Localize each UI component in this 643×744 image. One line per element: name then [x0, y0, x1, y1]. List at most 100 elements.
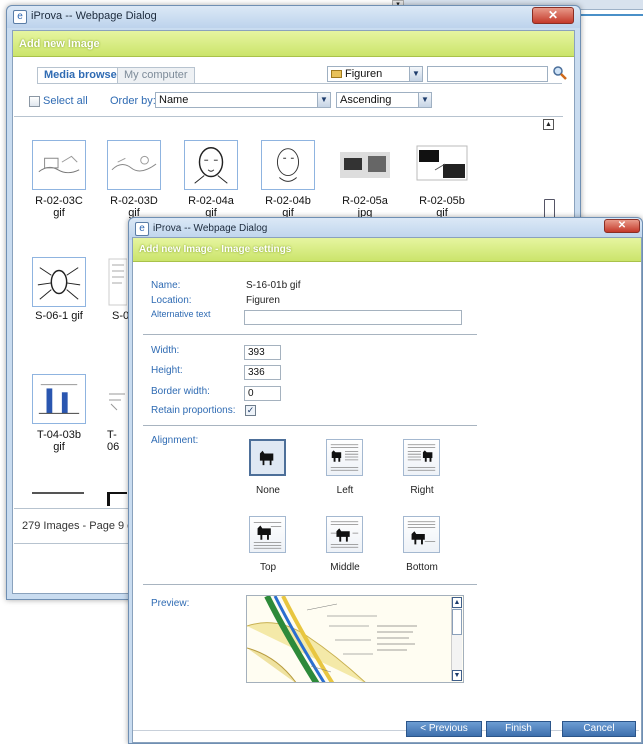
location-value: Figuren	[246, 295, 280, 306]
thumbnail-caption: R-02-04a gif	[188, 195, 234, 219]
dialog-client: Add new Image - Image settings Name: S-1…	[132, 237, 642, 743]
close-button[interactable]: ✕	[604, 219, 640, 233]
thumbnail-image[interactable]	[107, 140, 161, 190]
title-bar: e iProva -- Webpage Dialog ✕	[7, 6, 580, 28]
thumbnail-caption: R-02-04b gif	[265, 195, 311, 219]
align-bottom-button[interactable]	[403, 516, 440, 553]
image-count-status: 279 Images - Page 9 o	[22, 520, 134, 532]
align-top-button[interactable]	[249, 516, 286, 553]
width-label: Width:	[151, 345, 180, 356]
thumbnail-image[interactable]	[338, 140, 392, 190]
tab-underline	[37, 83, 562, 84]
width-input[interactable]: 393	[244, 345, 281, 360]
close-button[interactable]: ✕	[532, 7, 574, 24]
spine-diagram-preview	[247, 596, 463, 682]
dog-align-none-icon	[259, 450, 274, 466]
align-none-label: None	[256, 485, 280, 496]
order-by-value: Name	[159, 94, 189, 106]
direction-select[interactable]: Ascending ▼	[336, 92, 432, 108]
scroll-up-icon[interactable]: ▲	[543, 119, 554, 130]
name-value: S-16-01b gif	[246, 280, 301, 291]
ie-page-icon: e	[135, 222, 149, 236]
alignment-label: Alignment:	[151, 435, 199, 446]
chevron-down-icon: ▼	[317, 93, 330, 107]
align-left-label: Left	[336, 485, 354, 496]
align-middle-label: Middle	[330, 562, 360, 573]
retain-proportions-checkbox[interactable]: ✓	[245, 405, 256, 416]
search-input[interactable]	[427, 66, 548, 82]
face-drawing-icon	[276, 148, 300, 182]
cancel-button[interactable]: Cancel	[562, 721, 636, 737]
tab-media-browser[interactable]: Media browser	[37, 67, 129, 83]
status-divider	[14, 543, 128, 544]
section-divider	[143, 334, 477, 335]
alt-text-input[interactable]	[244, 310, 462, 325]
retain-proportions-label: Retain proportions:	[151, 405, 236, 416]
select-all-label: Select all	[43, 95, 88, 107]
thumbnail-image[interactable]	[107, 257, 127, 307]
line-drawing-icon	[111, 155, 157, 172]
insect-drawing-icon	[37, 267, 81, 300]
align-none-button[interactable]	[249, 439, 286, 476]
align-left-button[interactable]	[326, 439, 363, 476]
ie-page-icon: e	[13, 10, 27, 24]
dog-align-left-icon	[330, 444, 359, 471]
background-divider	[578, 14, 643, 16]
dog-align-top-icon	[253, 522, 282, 549]
line-drawing-icon	[38, 155, 80, 174]
folder-select[interactable]: Figuren ▼	[327, 66, 423, 82]
preview-scrollbar[interactable]: ▲ ▼	[451, 597, 462, 681]
finish-button[interactable]: Finish	[486, 721, 551, 737]
chevron-down-icon: ▼	[409, 67, 422, 81]
chevron-down-icon: ▼	[418, 93, 431, 107]
direction-value: Ascending	[340, 94, 392, 106]
border-width-label: Border width:	[151, 386, 210, 397]
align-right-label: Right	[410, 485, 434, 496]
scroll-up-icon[interactable]: ▲	[452, 597, 462, 608]
scroll-down-icon[interactable]: ▼	[452, 670, 462, 681]
thumbnail-image[interactable]	[32, 140, 86, 190]
align-top-label: Top	[259, 562, 277, 573]
thumbnail-image[interactable]	[184, 140, 238, 190]
section-divider	[143, 584, 477, 585]
status-divider	[14, 508, 128, 509]
border-width-input[interactable]: 0	[244, 386, 281, 401]
previous-button[interactable]: < Previous	[406, 721, 482, 737]
select-all-checkbox[interactable]	[29, 96, 40, 107]
order-by-select[interactable]: Name ▼	[155, 92, 331, 108]
face-drawing-icon	[194, 147, 228, 184]
thumbnail-image[interactable]	[261, 140, 315, 190]
image-preview: ▲ ▼	[246, 595, 464, 683]
partial-thumbnail	[32, 492, 84, 498]
preview-label: Preview:	[151, 598, 190, 609]
thumbnail-caption: R-02-05b gif	[419, 195, 465, 219]
section-divider	[143, 425, 477, 426]
folder-select-value: Figuren	[345, 68, 383, 80]
window-title: iProva -- Webpage Dialog	[153, 223, 268, 234]
thumbnail-image[interactable]	[32, 257, 86, 307]
partial-thumbnail	[107, 492, 127, 506]
thumbnail-caption: R-02-03C gif	[35, 195, 83, 219]
text-page-icon	[108, 258, 127, 306]
alt-text-label: Alternative text	[151, 309, 211, 319]
thumbnail-caption: R-02-03D gif	[110, 195, 158, 219]
tab-my-computer[interactable]: My computer	[117, 67, 195, 83]
folder-icon	[331, 70, 342, 78]
window-title: iProva -- Webpage Dialog	[31, 10, 157, 22]
preview-scroll-thumb[interactable]	[452, 609, 462, 635]
location-label: Location:	[151, 295, 192, 306]
thumbnail-caption: R-02-05a jpg	[342, 195, 388, 219]
align-right-button[interactable]	[403, 439, 440, 476]
name-label: Name:	[151, 280, 181, 291]
height-input[interactable]: 336	[244, 365, 281, 380]
thumbnail-caption: T-04-03b gif	[36, 429, 82, 453]
thumbnail-image[interactable]	[107, 374, 127, 424]
dog-align-bottom-icon	[407, 521, 436, 545]
search-icon[interactable]	[552, 65, 568, 81]
thumbnail-image[interactable]	[415, 140, 469, 190]
dialog-header: Add new Image - Image settings	[133, 238, 641, 262]
toolbar-divider	[14, 116, 563, 117]
thumbnail-image[interactable]	[32, 374, 86, 424]
align-middle-button[interactable]	[326, 516, 363, 553]
thumbnail-caption: T-06	[107, 429, 120, 453]
